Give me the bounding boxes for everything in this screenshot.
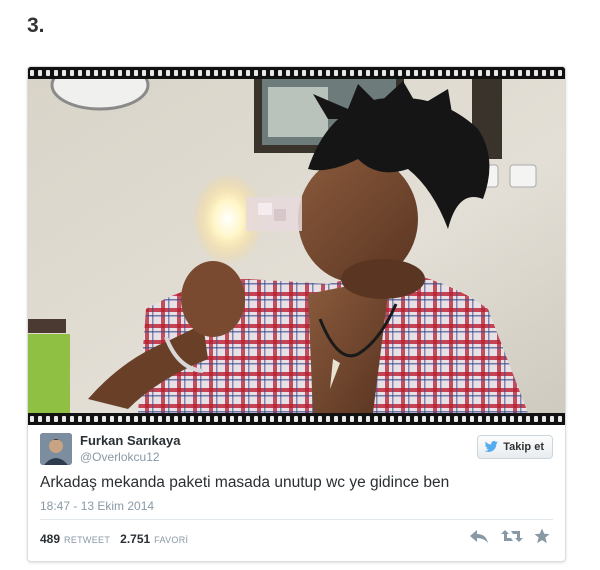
film-strip-top <box>28 67 565 79</box>
star-icon[interactable] <box>533 527 553 545</box>
tweet-photo-frame[interactable] <box>28 67 565 425</box>
tweet-photo[interactable] <box>28 79 565 413</box>
embedded-tweet-card: Furkan Sarıkaya @Overlokcu12 Takip et Ar… <box>27 66 566 562</box>
user-display-name[interactable]: Furkan Sarıkaya <box>80 433 180 448</box>
item-number: 3. <box>27 14 45 37</box>
reply-icon[interactable] <box>469 527 489 545</box>
divider <box>40 519 553 520</box>
tweet-stats: 489 RETWEET 2.751 FAVORİ <box>40 532 188 546</box>
favorite-label: FAVORİ <box>154 535 189 545</box>
retweet-label: RETWEET <box>64 535 111 545</box>
follow-button[interactable]: Takip et <box>477 435 553 459</box>
tweet-timestamp[interactable]: 18:47 - 13 Ekim 2014 <box>40 499 154 513</box>
tweet-text: Arkadaş mekanda paketi masada unutup wc … <box>40 474 450 491</box>
retweet-count: 489 <box>40 532 61 546</box>
film-strip-bottom <box>28 413 565 425</box>
retweet-icon[interactable] <box>501 527 523 545</box>
tweet-header: Furkan Sarıkaya @Overlokcu12 Takip et <box>40 433 553 473</box>
follow-label: Takip et <box>503 441 544 453</box>
twitter-bird-icon <box>484 441 499 453</box>
favorite-count: 2.751 <box>120 532 151 546</box>
tweet-actions <box>469 527 553 545</box>
avatar[interactable] <box>40 433 72 465</box>
user-handle[interactable]: @Overlokcu12 <box>80 450 160 464</box>
